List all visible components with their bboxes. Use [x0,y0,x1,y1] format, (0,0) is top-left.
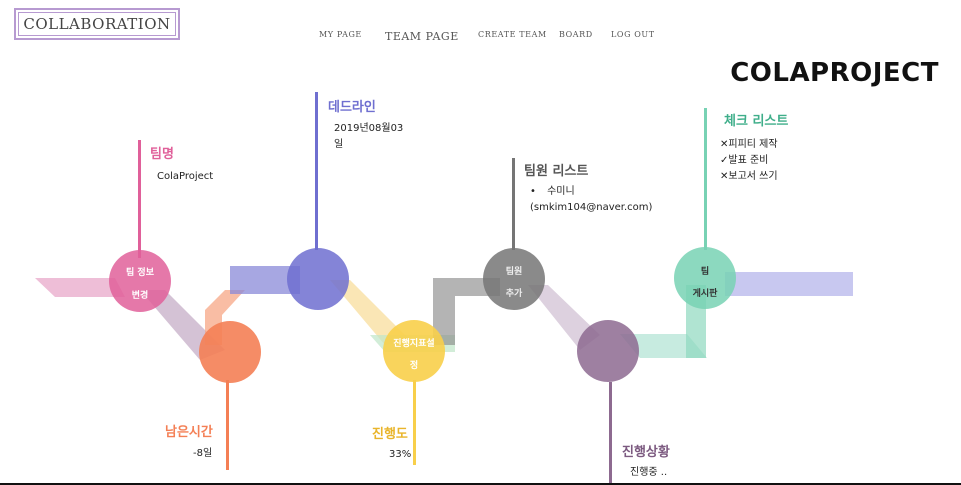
deadline-title: 데드라인 [328,100,376,115]
team-info-button[interactable]: 팀 정보 변경 [110,265,170,301]
member-item: • 수미니 [530,184,652,200]
checklist-item-text: 보고서 쓰기 [728,171,778,182]
timeline-map [35,92,853,485]
node-deadline [287,248,349,310]
board-button[interactable]: 팀 게시판 [675,264,735,299]
checklist-title: 체크 리스트 [724,114,789,129]
team-info-line1: 팀 정보 [126,268,154,278]
line-status [609,382,612,485]
status-value: 진행중 .. [630,467,668,478]
status-title: 진행상황 [622,445,670,460]
checklist-item-text: 발표 준비 [728,155,769,166]
member-email: (smkim104@naver.com) [530,202,653,213]
line-checklist [704,108,707,250]
board-line1: 팀 [700,267,710,277]
line-remaining [226,380,229,470]
member-name: 수미니 [547,186,575,197]
checklist-item-text: 피피티 제작 [728,139,778,150]
node-remaining [199,321,261,383]
set-progress-line2: 정 [409,361,419,371]
member-bullet: • [530,186,536,197]
remaining-title: 남은시간 [165,425,213,440]
checklist-item: ✕보고서 쓰기 [720,169,778,185]
members-list: • 수미니 (smkim104@naver.com) [530,184,652,216]
line-members [512,158,515,250]
team-name-title: 팀명 [150,147,174,162]
add-member-line2: 추가 [505,289,523,299]
node-status [577,320,639,382]
deadline-value-line2: 일 [334,139,344,150]
deadline-value: 2019년08월03 일 [334,121,403,153]
line-deadline [315,92,318,250]
path-segment-lavender [725,272,853,296]
progress-title: 진행도 [372,427,408,442]
checklist-item: ✓발표 준비 [720,153,778,169]
set-progress-button[interactable]: 진행지표설 정 [380,336,448,371]
remaining-value: -8일 [193,448,213,459]
add-member-button[interactable]: 팀원 추가 [484,264,544,299]
checklist-items: ✕피피티 제작 ✓발표 준비 ✕보고서 쓰기 [720,137,778,185]
add-member-line1: 팀원 [505,267,523,277]
line-team-name [138,140,141,258]
team-info-line2: 변경 [131,291,149,301]
checklist-item: ✕피피티 제작 [720,137,778,153]
board-line2: 게시판 [692,289,718,299]
team-name-value: ColaProject [157,171,214,182]
set-progress-line1: 진행지표설 [393,339,435,349]
line-progress [413,380,416,465]
members-title: 팀원 리스트 [524,164,589,179]
deadline-value-line1: 2019년08월03 [334,123,404,134]
progress-value: 33% [389,449,412,460]
